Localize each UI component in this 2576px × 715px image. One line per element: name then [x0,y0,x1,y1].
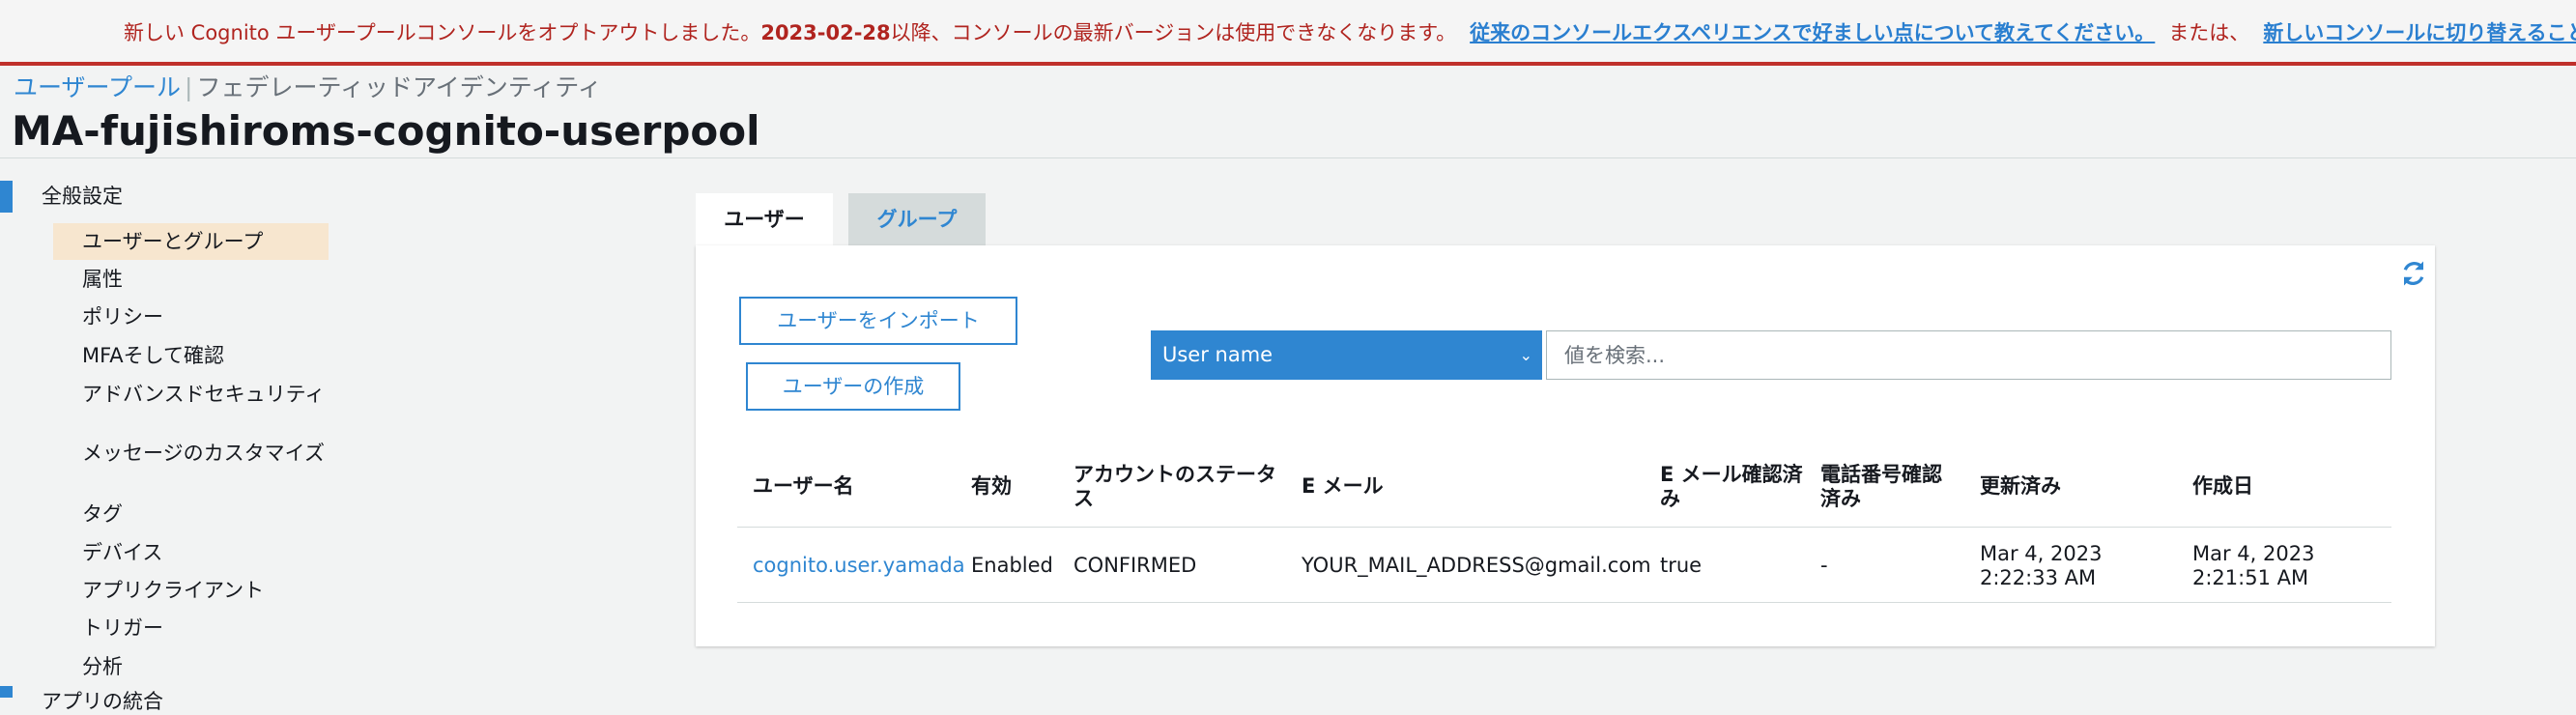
sidebar-item-tags[interactable]: タグ [53,501,329,528]
cell-created: Mar 4, 2023 2:21:51 AM [2192,542,2315,589]
sidebar-item-mfa[interactable]: MFAそして確認 [53,343,329,369]
feedback-link[interactable]: 従来のコンソールエクスペリエンスで好ましい点について教えてください。 [1470,21,2155,44]
sidebar-item-advanced-security[interactable]: アドバンスドセキュリティ [53,382,329,408]
table-row-divider [737,602,2391,603]
tab-groups[interactable]: グループ [848,193,986,245]
section-accent-bar [0,181,13,213]
sidebar-section-general[interactable]: 全般設定 [42,183,123,210]
username-link[interactable]: cognito.user.yamada [753,554,965,578]
cell-updated: Mar 4, 2023 2:22:33 AM [1980,542,2103,589]
cell-phone-verified: - [1820,554,1828,577]
sidebar-item-users-and-groups[interactable]: ユーザーとグループ [53,223,329,260]
refresh-icon[interactable] [2399,259,2428,288]
sidebar-item-analytics[interactable]: 分析 [53,654,329,680]
sidebar-item-app-clients[interactable]: アプリクライアント [53,578,329,604]
banner-date: 2023-02-28 [760,21,891,44]
sidebar-item-message-customization[interactable]: メッセージのカスタマイズ [53,441,329,467]
sidebar-section-app-integration[interactable]: アプリの統合 [42,688,163,715]
search-attribute-select[interactable]: User name ⌄ [1151,330,1542,380]
search-input[interactable] [1546,330,2391,380]
column-header-account-status[interactable]: アカウントのステータス [1073,463,1281,511]
column-header-updated[interactable]: 更新済み [1980,474,2061,499]
banner-text: 新しい Cognito ユーザープールコンソールをオプトアウトしました。 [124,21,761,44]
column-header-enabled[interactable]: 有効 [971,474,1012,499]
tab-users[interactable]: ユーザー [696,193,833,245]
sidebar-item-policies[interactable]: ポリシー [53,304,329,330]
cell-enabled: Enabled [971,554,1053,577]
breadcrumb-federated-identities[interactable]: フェデレーティッドアイデンティティ [196,73,601,101]
banner-or-text: または、 [2168,21,2250,44]
cell-email-verified: true [1660,554,1703,577]
banner-text-2: 以降、コンソールの最新バージョンは使用できなくなります。 [890,21,1457,44]
column-header-email-verified[interactable]: E メール確認済み [1660,463,1805,511]
page-title: MA-fujishiroms-cognito-userpool [12,107,760,155]
search-attribute-value: User name [1162,343,1274,366]
sidebar-item-attributes[interactable]: 属性 [53,267,329,293]
chevron-down-icon: ⌄ [1519,346,1532,364]
table-header-divider [737,527,2391,528]
column-header-username[interactable]: ユーザー名 [753,474,854,499]
breadcrumb-user-pools[interactable]: ユーザープール [14,73,181,101]
section-accent-bar-2 [0,686,13,698]
import-users-button[interactable]: ユーザーをインポート [739,297,1017,345]
notification-banner: 新しい Cognito ユーザープールコンソールをオプトアウトしました。2023… [0,0,2576,66]
cell-account-status: CONFIRMED [1073,554,1197,577]
sidebar-item-devices[interactable]: デバイス [53,540,329,566]
sidebar-item-triggers[interactable]: トリガー [53,615,329,642]
column-header-phone-verified[interactable]: 電話番号確認済み [1820,463,1956,511]
header-divider [0,157,2576,158]
create-user-button[interactable]: ユーザーの作成 [746,362,960,411]
cell-email: YOUR_MAIL_ADDRESS@gmail.com [1302,554,1651,577]
switch-console-link[interactable]: 新しいコンソールに切り替えることができ [2263,21,2576,44]
column-header-email[interactable]: E メール [1302,474,1384,499]
breadcrumb: ユーザープール | フェデレーティッドアイデンティティ [14,72,602,104]
column-header-created[interactable]: 作成日 [2192,474,2253,499]
breadcrumb-separator: | [185,73,193,101]
